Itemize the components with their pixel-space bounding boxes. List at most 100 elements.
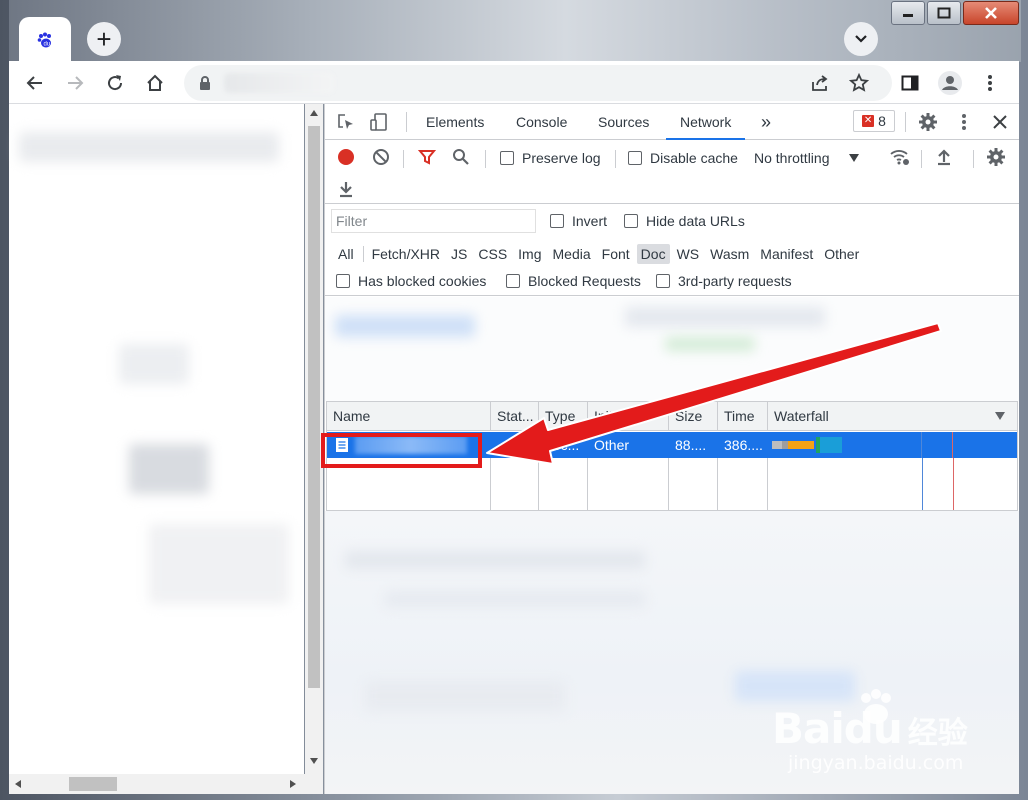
- cursor-select-icon: [338, 114, 353, 129]
- resource-type-filters: All Fetch/XHR JS CSS Img Media Font Doc …: [334, 242, 866, 266]
- svg-text:du: du: [44, 41, 51, 47]
- tab-elements[interactable]: Elements: [426, 104, 484, 140]
- network-conditions-button[interactable]: [889, 146, 911, 168]
- browser-tab[interactable]: du: [19, 17, 71, 62]
- filter-input[interactable]: [331, 209, 536, 233]
- close-window-button[interactable]: [963, 1, 1019, 25]
- type-filter-ws[interactable]: WS: [673, 244, 704, 264]
- back-button[interactable]: [22, 70, 48, 96]
- load-event-line: [953, 458, 954, 510]
- blurred-header: [19, 132, 279, 162]
- forward-button[interactable]: [62, 70, 88, 96]
- error-count: 8: [878, 113, 886, 129]
- browser-menu-button[interactable]: [977, 70, 1003, 96]
- device-toolbar-button[interactable]: [368, 111, 390, 133]
- hide-data-urls-checkbox[interactable]: Hide data URLs: [624, 213, 745, 229]
- devtools-settings-button[interactable]: [917, 111, 939, 133]
- preserve-log-checkbox[interactable]: Preserve log: [500, 150, 601, 166]
- has-blocked-cookies-label: Has blocked cookies: [358, 273, 487, 289]
- minimize-button[interactable]: [891, 1, 925, 25]
- page-horizontal-scrollbar[interactable]: [9, 774, 323, 794]
- scroll-right-icon[interactable]: [290, 780, 296, 788]
- annotation-highlight-box: [321, 433, 482, 468]
- type-filter-fetch-xhr[interactable]: Fetch/XHR: [368, 244, 444, 264]
- devtools-menu-button[interactable]: [953, 111, 975, 133]
- scroll-up-icon[interactable]: [310, 110, 318, 116]
- sort-arrow-icon[interactable]: [995, 412, 1005, 420]
- type-filter-wasm[interactable]: Wasm: [706, 244, 753, 264]
- kebab-menu-icon: [962, 114, 966, 130]
- inspect-element-button[interactable]: [335, 111, 357, 133]
- tab-search-button[interactable]: [844, 22, 878, 56]
- type-filter-doc[interactable]: Doc: [636, 244, 670, 264]
- disable-cache-checkbox[interactable]: Disable cache: [628, 150, 738, 166]
- close-icon: [993, 115, 1007, 129]
- request-size: 88....: [675, 437, 707, 453]
- column-header-time[interactable]: Time: [718, 402, 768, 431]
- close-devtools-button[interactable]: [989, 111, 1011, 133]
- reload-icon: [108, 75, 123, 91]
- type-filter-other[interactable]: Other: [820, 244, 863, 264]
- scroll-left-icon[interactable]: [15, 780, 21, 788]
- upload-icon: [938, 149, 950, 166]
- network-overview-timeline: [325, 297, 1019, 401]
- window-controls: [891, 1, 1021, 27]
- type-filter-js[interactable]: JS: [447, 244, 471, 264]
- export-har-button[interactable]: [335, 178, 357, 200]
- url-text-blurred: [224, 73, 334, 93]
- third-party-requests-label: 3rd-party requests: [678, 273, 792, 289]
- type-filter-font[interactable]: Font: [598, 244, 634, 264]
- record-icon: [338, 149, 354, 165]
- side-panel-button[interactable]: [897, 70, 923, 96]
- type-filter-media[interactable]: Media: [549, 244, 595, 264]
- watermark-cn: 经验: [907, 716, 968, 751]
- share-icon[interactable]: [810, 74, 830, 92]
- column-header-name[interactable]: Name: [327, 402, 491, 431]
- home-icon: [147, 74, 163, 91]
- import-har-button[interactable]: [933, 146, 955, 168]
- search-button[interactable]: [450, 146, 472, 168]
- column-header-waterfall[interactable]: Waterfall: [768, 402, 1017, 431]
- new-tab-button[interactable]: +: [87, 22, 121, 56]
- reload-button[interactable]: [102, 70, 128, 96]
- lock-icon: [200, 76, 210, 90]
- type-filter-css[interactable]: CSS: [474, 244, 511, 264]
- scroll-down-icon[interactable]: [310, 758, 318, 764]
- arrow-right-icon: [68, 76, 84, 90]
- hide-data-urls-label: Hide data URLs: [646, 213, 745, 229]
- type-filter-manifest[interactable]: Manifest: [756, 244, 817, 264]
- error-icon: ✕: [862, 115, 875, 127]
- tab-console[interactable]: Console: [516, 104, 567, 140]
- blocked-requests-checkbox[interactable]: Blocked Requests: [506, 273, 641, 289]
- maximize-icon: [937, 7, 951, 19]
- tab-network[interactable]: Network: [666, 104, 746, 140]
- address-bar[interactable]: [184, 65, 892, 101]
- tab-sources[interactable]: Sources: [598, 104, 649, 140]
- horizontal-scroll-thumb[interactable]: [69, 777, 117, 791]
- third-party-requests-checkbox[interactable]: 3rd-party requests: [656, 273, 792, 289]
- home-button[interactable]: [142, 70, 168, 96]
- error-count-badge[interactable]: ✕ 8: [853, 110, 895, 132]
- type-filter-img[interactable]: Img: [514, 244, 545, 264]
- more-tabs-button[interactable]: »: [761, 104, 771, 140]
- star-icon[interactable]: [849, 73, 869, 93]
- vertical-scroll-thumb[interactable]: [308, 126, 320, 688]
- column-header-status[interactable]: Stat...: [491, 402, 539, 431]
- watermark-brand: Baidu: [772, 704, 903, 753]
- type-filter-all[interactable]: All: [334, 244, 358, 264]
- profile-button[interactable]: [937, 70, 963, 96]
- throttling-select[interactable]: No throttling: [754, 150, 860, 166]
- record-button[interactable]: [335, 146, 357, 168]
- maximize-button[interactable]: [927, 1, 961, 25]
- request-initiator: Other: [594, 437, 630, 453]
- blurred-image: [129, 444, 209, 494]
- network-settings-button[interactable]: [985, 146, 1007, 168]
- column-header-initiator[interactable]: Initiator: [588, 402, 669, 431]
- column-header-size[interactable]: Size: [669, 402, 718, 431]
- invert-checkbox[interactable]: Invert: [550, 213, 607, 229]
- column-header-type[interactable]: Type: [539, 402, 588, 431]
- filter-toggle-button[interactable]: [416, 146, 438, 168]
- chevron-down-icon: [855, 35, 867, 43]
- has-blocked-cookies-checkbox[interactable]: Has blocked cookies: [336, 273, 486, 289]
- clear-button[interactable]: [370, 146, 392, 168]
